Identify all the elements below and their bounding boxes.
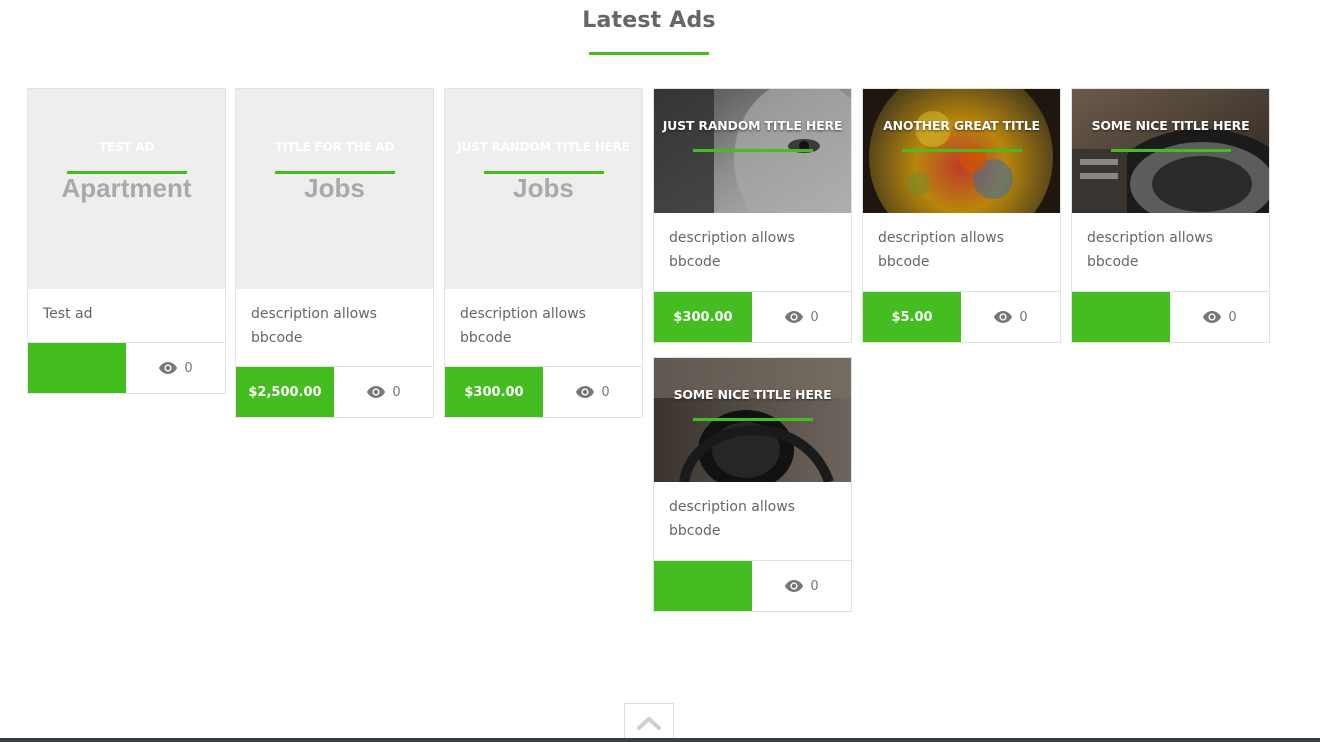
- views-counter: 0: [334, 367, 433, 417]
- ad-thumbnail[interactable]: ANOTHER GREAT TITLE: [863, 89, 1060, 213]
- ad-thumbnail[interactable]: TEST AD Apartment: [28, 89, 225, 289]
- back-to-top-button[interactable]: [624, 703, 674, 742]
- title-underline: [693, 418, 813, 421]
- price-badge: $300.00: [445, 367, 543, 417]
- ad-card[interactable]: JUST RANDOM TITLE HERE description allow…: [653, 88, 852, 343]
- ad-title[interactable]: JUST RANDOM TITLE HERE: [445, 140, 642, 154]
- price-badge: [654, 561, 752, 611]
- eye-icon: [576, 386, 595, 398]
- ad-description: description allows bbcode: [1072, 213, 1269, 292]
- title-underline: [902, 149, 1022, 152]
- ad-title[interactable]: ANOTHER GREAT TITLE: [863, 118, 1060, 133]
- ad-thumbnail[interactable]: SOME NICE TITLE HERE: [654, 358, 851, 482]
- ad-card[interactable]: JUST RANDOM TITLE HERE Jobs description …: [444, 88, 643, 418]
- ad-card[interactable]: SOME NICE TITLE HERE description allows …: [1071, 88, 1270, 343]
- ad-category: Apartment: [61, 173, 192, 203]
- eye-icon: [159, 362, 178, 374]
- eye-icon: [994, 311, 1013, 323]
- views-count: 0: [601, 384, 610, 400]
- ad-title[interactable]: SOME NICE TITLE HERE: [1072, 118, 1269, 133]
- views-count: 0: [184, 360, 193, 376]
- views-count: 0: [392, 384, 401, 400]
- ad-category: Jobs: [304, 173, 365, 203]
- ad-description: description allows bbcode: [654, 213, 851, 292]
- price-badge: $5.00: [863, 292, 961, 342]
- eye-icon: [1203, 311, 1222, 323]
- section-title: Latest Ads: [582, 8, 716, 33]
- ad-title[interactable]: TEST AD: [28, 140, 225, 154]
- ad-category: Jobs: [513, 173, 574, 203]
- chevron-up-icon: [637, 717, 661, 730]
- ad-footer: $2,500.00 0: [236, 367, 433, 417]
- views-count: 0: [810, 578, 819, 594]
- ad-footer: 0: [1072, 292, 1269, 342]
- eye-icon: [367, 386, 386, 398]
- ad-description: description allows bbcode: [863, 213, 1060, 292]
- eye-icon: [785, 311, 804, 323]
- ad-footer: $5.00 0: [863, 292, 1060, 342]
- ad-description: description allows bbcode: [654, 482, 851, 561]
- ad-card[interactable]: ANOTHER GREAT TITLE description allows b…: [862, 88, 1061, 343]
- ad-card[interactable]: SOME NICE TITLE HERE description allows …: [653, 357, 852, 612]
- views-count: 0: [1228, 309, 1237, 325]
- ad-description: description allows bbcode: [236, 289, 433, 367]
- views-counter: 0: [543, 367, 642, 417]
- ad-thumbnail[interactable]: TITLE FOR THE AD Jobs: [236, 89, 433, 289]
- title-underline: [693, 149, 813, 152]
- views-counter: 0: [1170, 292, 1269, 342]
- views-counter: 0: [752, 292, 851, 342]
- ad-footer: $300.00 0: [445, 367, 642, 417]
- views-count: 0: [1019, 309, 1028, 325]
- ad-title[interactable]: TITLE FOR THE AD: [236, 140, 433, 154]
- views-count: 0: [810, 309, 819, 325]
- ad-footer: 0: [654, 561, 851, 611]
- price-badge: [1072, 292, 1170, 342]
- price-badge: $300.00: [654, 292, 752, 342]
- ad-description: Test ad: [28, 289, 225, 343]
- views-counter: 0: [126, 343, 225, 393]
- price-badge: $2,500.00: [236, 367, 334, 417]
- footer-bar: [0, 738, 1320, 742]
- title-underline: [1111, 149, 1231, 152]
- ad-thumbnail[interactable]: SOME NICE TITLE HERE: [1072, 89, 1269, 213]
- ad-card[interactable]: TITLE FOR THE AD Jobs description allows…: [235, 88, 434, 418]
- views-counter: 0: [961, 292, 1060, 342]
- ad-description: description allows bbcode: [445, 289, 642, 367]
- ad-footer: $300.00 0: [654, 292, 851, 342]
- ad-card[interactable]: TEST AD Apartment Test ad 0: [27, 88, 226, 394]
- price-badge: [28, 343, 126, 393]
- section-title-underline: [589, 52, 709, 55]
- ad-title[interactable]: JUST RANDOM TITLE HERE: [654, 118, 851, 133]
- ad-footer: 0: [28, 343, 225, 393]
- ad-thumbnail[interactable]: JUST RANDOM TITLE HERE Jobs: [445, 89, 642, 289]
- eye-icon: [785, 580, 804, 592]
- ad-title[interactable]: SOME NICE TITLE HERE: [654, 387, 851, 402]
- views-counter: 0: [752, 561, 851, 611]
- ad-thumbnail[interactable]: JUST RANDOM TITLE HERE: [654, 89, 851, 213]
